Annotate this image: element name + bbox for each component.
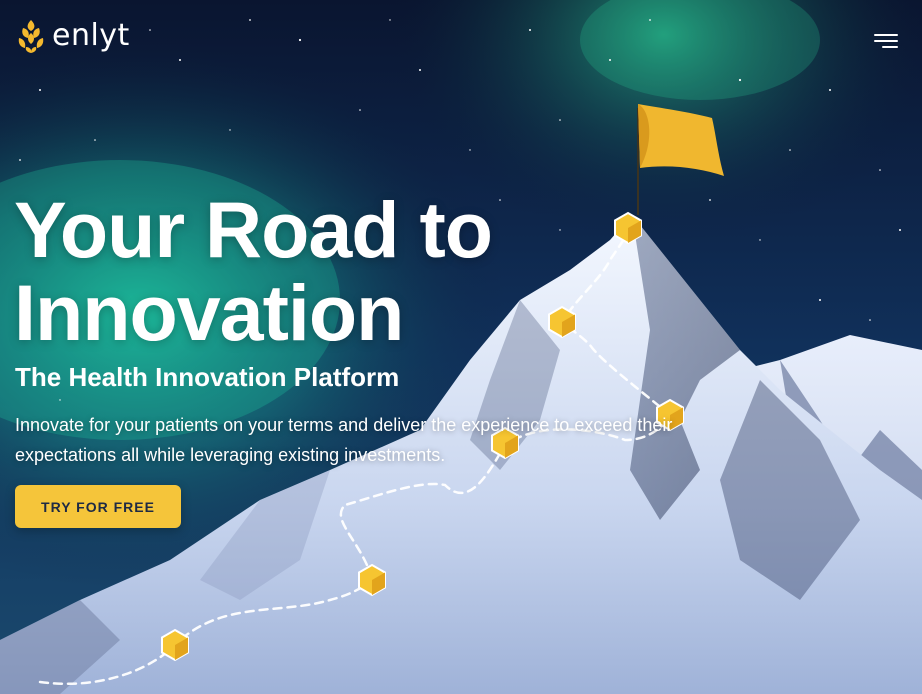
logo-text: enlyt (52, 18, 130, 53)
logo[interactable]: enlyt (16, 18, 130, 54)
try-for-free-button[interactable]: TRY FOR FREE (15, 485, 181, 528)
hero-subheadline: The Health Innovation Platform (15, 362, 400, 392)
hamburger-menu-icon[interactable] (862, 28, 898, 54)
hero-description: Innovate for your patients on your terms… (15, 415, 673, 465)
hero-section: enlyt Your Road to Innovation The Health… (0, 0, 922, 694)
pinecone-logo-icon (18, 20, 44, 53)
hero-headline: Your Road to Innovation (14, 185, 493, 357)
